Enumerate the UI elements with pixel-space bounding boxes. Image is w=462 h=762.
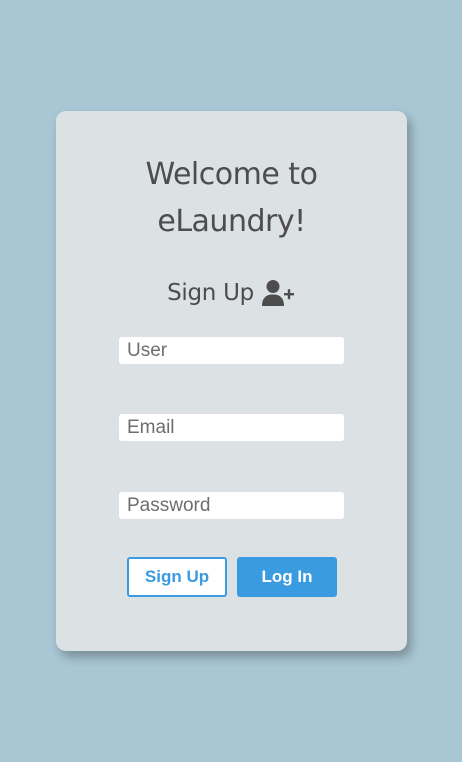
sign-up-button[interactable]: Sign Up (127, 557, 227, 597)
signup-card: Welcome to eLaundry! Sign Up Sign Up Log… (56, 111, 407, 651)
log-in-button[interactable]: Log In (237, 557, 337, 597)
user-input[interactable] (119, 337, 344, 364)
page-title: Welcome to eLaundry! (56, 151, 407, 245)
form-heading-label: Sign Up (167, 280, 254, 306)
password-input[interactable] (119, 492, 344, 519)
title-line-2: eLaundry! (157, 204, 306, 239)
email-input[interactable] (119, 414, 344, 441)
title-line-1: Welcome to (145, 157, 318, 192)
user-plus-icon (261, 279, 296, 307)
form-heading: Sign Up (56, 275, 407, 311)
